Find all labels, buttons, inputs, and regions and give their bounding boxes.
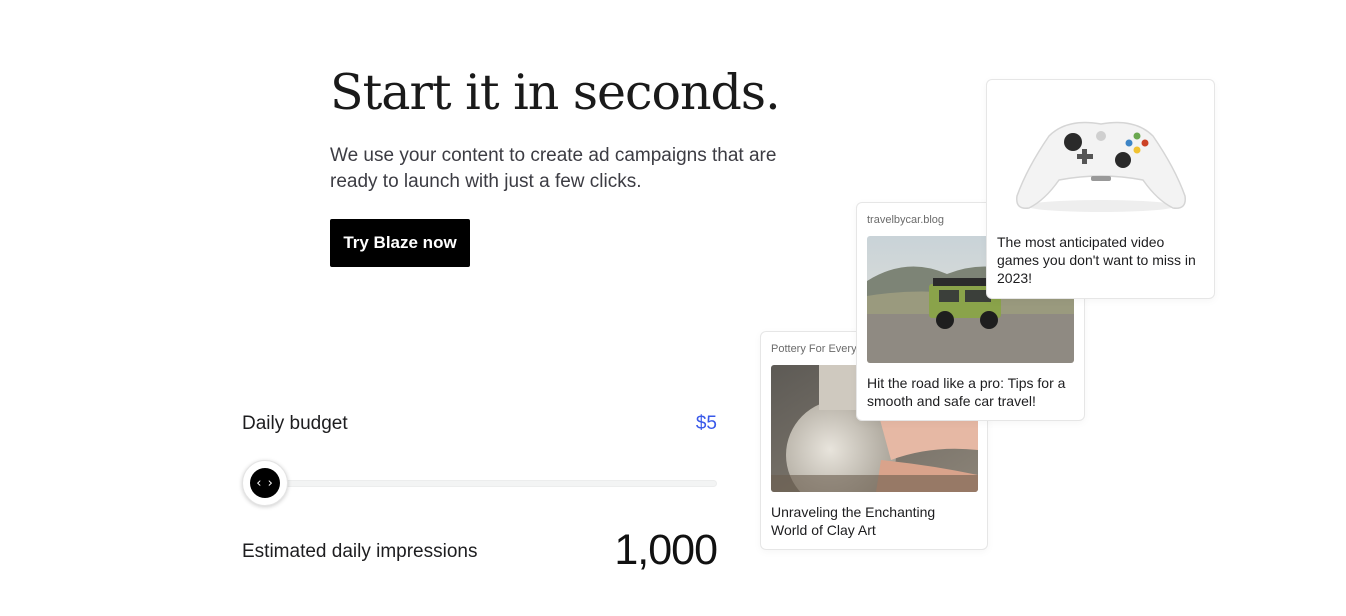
card-source: Pottery For Everyo: [771, 343, 863, 355]
budget-slider-track[interactable]: [265, 480, 717, 487]
slider-arrows-icon: ‹ ›: [250, 468, 280, 498]
game-controller-image: [997, 88, 1204, 226]
try-blaze-button[interactable]: Try Blaze now: [330, 219, 470, 267]
impressions-value: 1,000: [614, 526, 718, 574]
card-caption: Hit the road like a pro: Tips for a smoo…: [867, 375, 1066, 409]
hero-subtitle: We use your content to create ad campaig…: [330, 145, 777, 192]
daily-budget-value: $5: [695, 413, 717, 434]
daily-budget-label: Daily budget: [242, 413, 348, 434]
budget-slider-thumb[interactable]: ‹ ›: [242, 460, 288, 506]
card-caption: The most anticipated video games you don…: [997, 234, 1196, 286]
impressions-label: Estimated daily impressions: [242, 541, 478, 562]
card-source: travelbycar.blog: [867, 214, 945, 226]
ad-card-games: The most anticipated video games you don…: [986, 79, 1215, 299]
page-title: Start it in seconds.: [330, 64, 781, 121]
card-caption: Unraveling the Enchanting World of Clay …: [771, 504, 936, 538]
